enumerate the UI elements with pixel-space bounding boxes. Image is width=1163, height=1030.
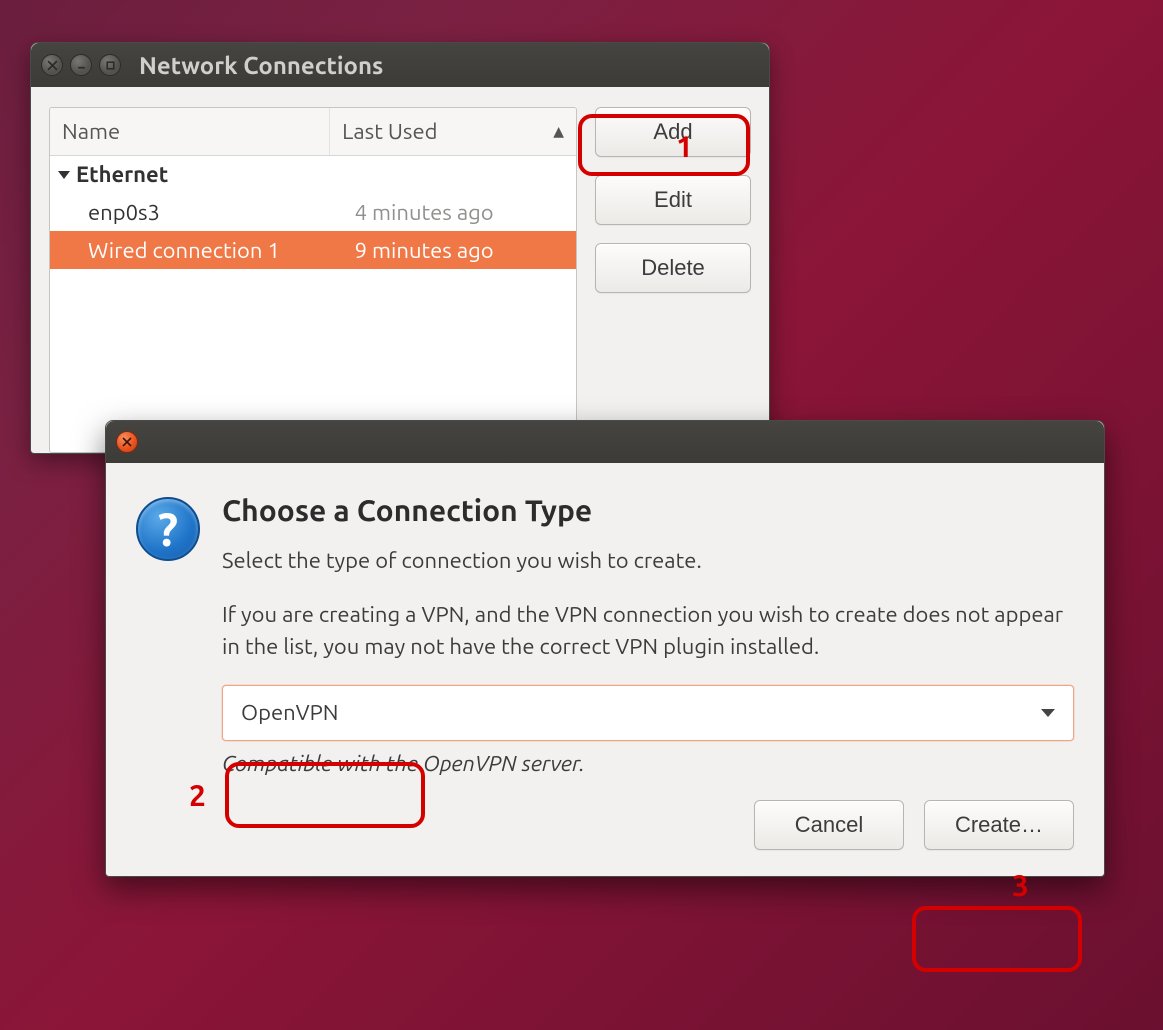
question-icon: ? <box>136 497 200 561</box>
column-header-name[interactable]: Name <box>50 108 330 155</box>
action-buttons: Add Edit Delete <box>595 107 751 453</box>
table-row[interactable]: enp0s3 4 minutes ago <box>50 193 576 231</box>
connection-type-dropdown[interactable]: OpenVPN <box>222 685 1074 741</box>
titlebar[interactable]: Network Connections <box>31 43 769 87</box>
dropdown-value: OpenVPN <box>241 700 338 725</box>
close-button[interactable] <box>116 431 138 453</box>
dialog-paragraph: If you are creating a VPN, and the VPN c… <box>222 599 1074 663</box>
connection-last-used: 4 minutes ago <box>343 200 576 225</box>
dialog-title: Choose a Connection Type <box>222 493 1074 527</box>
connection-last-used: 9 minutes ago <box>343 238 576 263</box>
window-body: Name Last Used ▲ Ethernet enp0s3 4 minut… <box>31 87 769 453</box>
minimize-button[interactable] <box>70 54 92 76</box>
minimize-icon <box>76 60 87 71</box>
connection-name: enp0s3 <box>50 200 343 225</box>
maximize-button[interactable] <box>99 54 121 76</box>
connection-name: Wired connection 1 <box>50 238 343 263</box>
column-label: Name <box>62 119 120 144</box>
dialog-paragraph: Select the type of connection you wish t… <box>222 545 1074 577</box>
connection-type-dialog: ? Choose a Connection Type Select the ty… <box>105 420 1105 877</box>
chevron-down-icon <box>1041 709 1055 717</box>
create-button[interactable]: Create… <box>924 800 1074 850</box>
connections-list[interactable]: Name Last Used ▲ Ethernet enp0s3 4 minut… <box>49 107 577 453</box>
dropdown-description: Compatible with the OpenVPN server. <box>222 751 1074 776</box>
dialog-titlebar[interactable] <box>106 421 1104 463</box>
dialog-actions: Cancel Create… <box>106 800 1104 876</box>
dialog-body: ? Choose a Connection Type Select the ty… <box>106 463 1104 800</box>
edit-button[interactable]: Edit <box>595 175 751 225</box>
close-icon <box>122 437 132 447</box>
cancel-button[interactable]: Cancel <box>754 800 904 850</box>
dialog-content: Choose a Connection Type Select the type… <box>222 493 1074 776</box>
close-icon <box>47 60 58 71</box>
add-button[interactable]: Add <box>595 107 751 157</box>
close-button[interactable] <box>41 54 63 76</box>
maximize-icon <box>105 60 116 71</box>
group-ethernet[interactable]: Ethernet <box>50 156 576 193</box>
group-label: Ethernet <box>76 162 168 187</box>
column-header-last-used[interactable]: Last Used ▲ <box>330 108 576 155</box>
window-title: Network Connections <box>139 52 383 79</box>
delete-button[interactable]: Delete <box>595 243 751 293</box>
expand-icon <box>58 171 70 179</box>
sort-ascending-icon: ▲ <box>553 123 564 140</box>
table-row[interactable]: Wired connection 1 9 minutes ago <box>50 231 576 269</box>
column-label: Last Used <box>342 119 437 144</box>
list-header: Name Last Used ▲ <box>50 108 576 156</box>
window-controls <box>41 54 121 76</box>
annotation-box-create <box>912 906 1082 972</box>
network-connections-window: Network Connections Name Last Used ▲ Eth… <box>30 42 770 454</box>
